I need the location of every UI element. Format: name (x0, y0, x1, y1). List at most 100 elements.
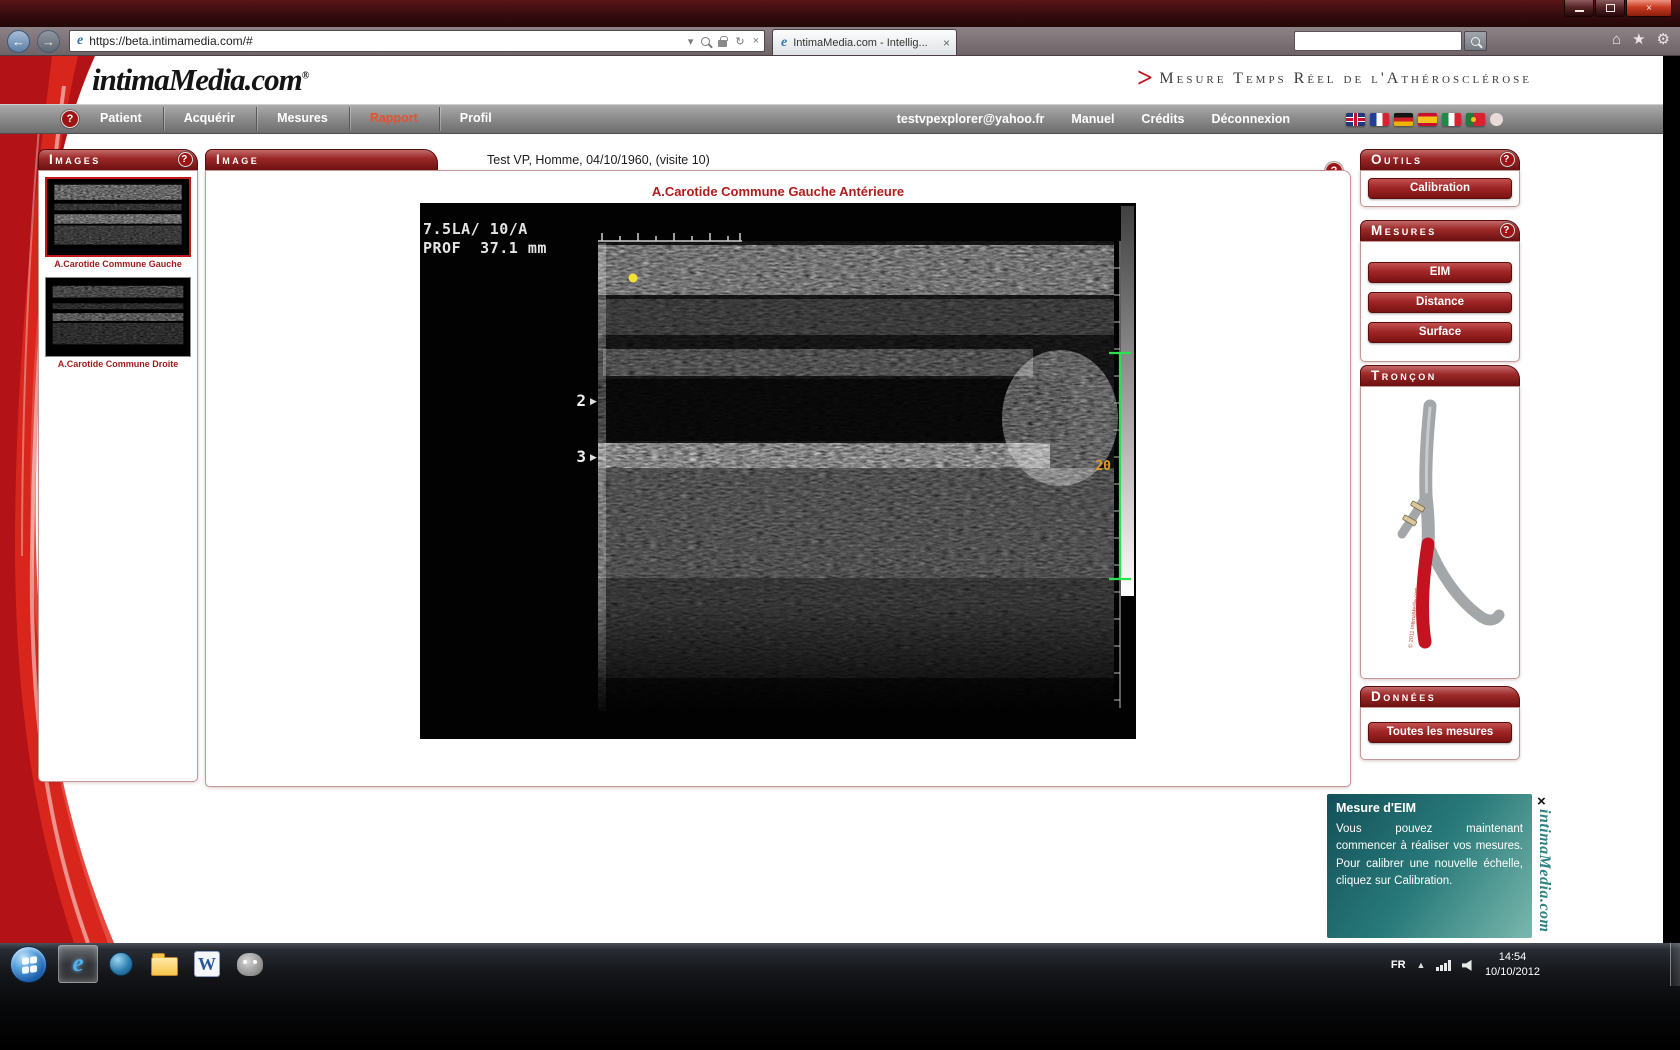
taskbar-browser-button[interactable] (101, 945, 141, 983)
nav-item-acquerir[interactable]: Acquérir (163, 104, 256, 134)
tray-expand-icon[interactable]: ▲ (1417, 960, 1426, 970)
nav-link-credits[interactable]: Crédits (1141, 112, 1184, 126)
close-icon: × (1646, 3, 1652, 14)
images-panel-body: A.Carotide Commune Gauche A.Carotide Com… (38, 170, 198, 782)
us-annotation-line1: 7.5LA/ 10/A (423, 220, 528, 238)
windows-taskbar: e W FR ▲ 14:54 10/10/2012 (0, 943, 1680, 1050)
browser-title-bar: × (0, 0, 1680, 27)
forward-button[interactable]: → (37, 30, 60, 53)
flag-fr-icon[interactable] (1370, 113, 1389, 126)
back-icon: ← (12, 34, 25, 49)
home-icon[interactable]: ⌂ (1612, 31, 1621, 48)
taskbar-ie-button[interactable]: e (58, 945, 98, 983)
help-icon[interactable]: ? (1500, 152, 1515, 167)
minimize-icon (1575, 10, 1584, 12)
image-panel-tab: Image (205, 149, 438, 170)
clock-time: 14:54 (1485, 950, 1540, 965)
measures-panel-body: EIM Distance Surface (1360, 241, 1520, 362)
forward-icon: → (42, 34, 55, 49)
maximize-icon (1606, 4, 1615, 12)
thumbnail-item: A.Carotide Commune Droite (43, 277, 193, 369)
help-icon[interactable]: ? (61, 110, 79, 128)
tools-panel-tab: Outils ? (1360, 149, 1520, 170)
nav-link-manuel[interactable]: Manuel (1071, 112, 1114, 126)
stop-icon[interactable]: × (753, 35, 759, 47)
nav-item-profil[interactable]: Profil (439, 104, 513, 134)
page-content: intimaMedia.com® > Mesure Temps Réel de … (0, 56, 1663, 943)
taskbar-clock[interactable]: 14:54 10/10/2012 (1485, 950, 1540, 981)
thumbnail-carotide-droite[interactable] (45, 277, 191, 357)
data-panel-body: Toutes les mesures (1360, 707, 1520, 760)
taskbar-word-button[interactable]: W (187, 945, 227, 983)
refresh-icon[interactable]: ↻ (735, 35, 744, 48)
measures-panel-tab: Mesures ? (1360, 220, 1520, 241)
eim-button[interactable]: EIM (1368, 262, 1512, 283)
thumbnail-carotide-gauche[interactable] (45, 177, 191, 257)
lock-icon (718, 40, 727, 47)
chevron-right-icon: > (1136, 68, 1152, 90)
help-icon[interactable]: ? (1500, 223, 1515, 238)
window-maximize-button[interactable] (1595, 0, 1625, 17)
network-icon[interactable] (1436, 960, 1451, 971)
address-bar[interactable]: e https://beta.intimamedia.com/# ▾ ↻ × (69, 30, 765, 52)
thumbnail-item: A.Carotide Commune Gauche (43, 177, 193, 269)
nav-item-mesures[interactable]: Mesures (256, 104, 349, 134)
notification-close-icon[interactable]: × (1537, 793, 1546, 810)
carotid-artery-diagram[interactable]: © 2011 IntimaMedia.com (1370, 393, 1510, 669)
marker-2-label: 2 (576, 391, 586, 410)
tab-close-icon[interactable]: × (943, 36, 950, 50)
all-measures-button[interactable]: Toutes les mesures (1368, 722, 1512, 743)
search-icon[interactable] (701, 37, 710, 46)
nav-item-rapport[interactable]: Rapport (349, 104, 439, 134)
help-icon[interactable]: ? (178, 152, 193, 167)
site-logo: intimaMedia.com® (92, 62, 308, 98)
distance-button[interactable]: Distance (1368, 292, 1512, 313)
images-panel-title: Images (49, 152, 101, 167)
language-indicator[interactable]: FR (1391, 959, 1406, 971)
notification-body: Vous pouvez maintenant commencer à réali… (1336, 821, 1523, 890)
marker-2-arrow-icon: ▶ (590, 396, 597, 406)
data-panel-title: Données (1371, 689, 1436, 704)
browser-tab[interactable]: e IntimaMedia.com - Intellig... × (772, 29, 957, 55)
search-dropdown-icon[interactable]: ▾ (688, 35, 694, 48)
show-desktop-button[interactable] (1670, 943, 1680, 986)
ie-favicon-icon: e (77, 33, 83, 49)
flag-de-icon[interactable] (1394, 113, 1413, 126)
word-icon: W (194, 951, 220, 977)
image-title: A.Carotide Commune Gauche Antérieure (206, 184, 1350, 199)
ultrasound-image[interactable]: 7.5LA/ 10/A PROF 37.1 mm 2 ▶ 3 ▶ 20 (420, 203, 1136, 739)
flag-placeholder-icon[interactable] (1490, 113, 1503, 126)
ie-icon: e (72, 950, 83, 978)
back-button[interactable]: ← (7, 30, 30, 53)
scale-value-label: 20 (1095, 459, 1111, 474)
tagline-text: Mesure Temps Réel de l'Athérosclérose (1159, 70, 1532, 88)
browser-toolbar: ← → e https://beta.intimamedia.com/# ▾ ↻… (0, 27, 1680, 56)
favorites-star-icon[interactable]: ★ (1632, 30, 1645, 48)
flag-en-icon[interactable] (1346, 113, 1365, 126)
thumbnail-caption: A.Carotide Commune Gauche (43, 259, 193, 269)
taskbar-explorer-button[interactable] (144, 945, 184, 983)
measures-panel-title: Mesures (1371, 223, 1437, 238)
window-close-button[interactable]: × (1626, 0, 1672, 17)
surface-button[interactable]: Surface (1368, 322, 1512, 343)
data-panel-tab: Données (1360, 686, 1520, 707)
start-button[interactable] (10, 946, 47, 983)
selected-artery-segment[interactable] (1422, 544, 1428, 642)
volume-icon[interactable] (1462, 960, 1474, 971)
registered-mark: ® (302, 71, 308, 82)
flag-it-icon[interactable] (1442, 113, 1461, 126)
marker-3-arrow-icon: ▶ (590, 452, 597, 462)
flag-es-icon[interactable] (1418, 113, 1437, 126)
us-annotation-line2: PROF 37.1 mm (423, 239, 547, 257)
taskbar-gimp-button[interactable] (230, 945, 270, 983)
calibration-button[interactable]: Calibration (1368, 178, 1512, 199)
yellow-marker-dot[interactable] (629, 274, 638, 283)
window-minimize-button[interactable] (1564, 0, 1594, 17)
flag-pt-icon[interactable] (1466, 113, 1485, 126)
user-email: testvpexplorer@yahoo.fr (897, 112, 1045, 126)
settings-gear-icon[interactable]: ⚙ (1657, 30, 1670, 48)
toolbar-search-button[interactable] (1464, 31, 1487, 51)
nav-link-deconnexion[interactable]: Déconnexion (1212, 112, 1291, 126)
toolbar-search-input[interactable] (1294, 31, 1462, 51)
nav-item-patient[interactable]: Patient (79, 104, 163, 134)
